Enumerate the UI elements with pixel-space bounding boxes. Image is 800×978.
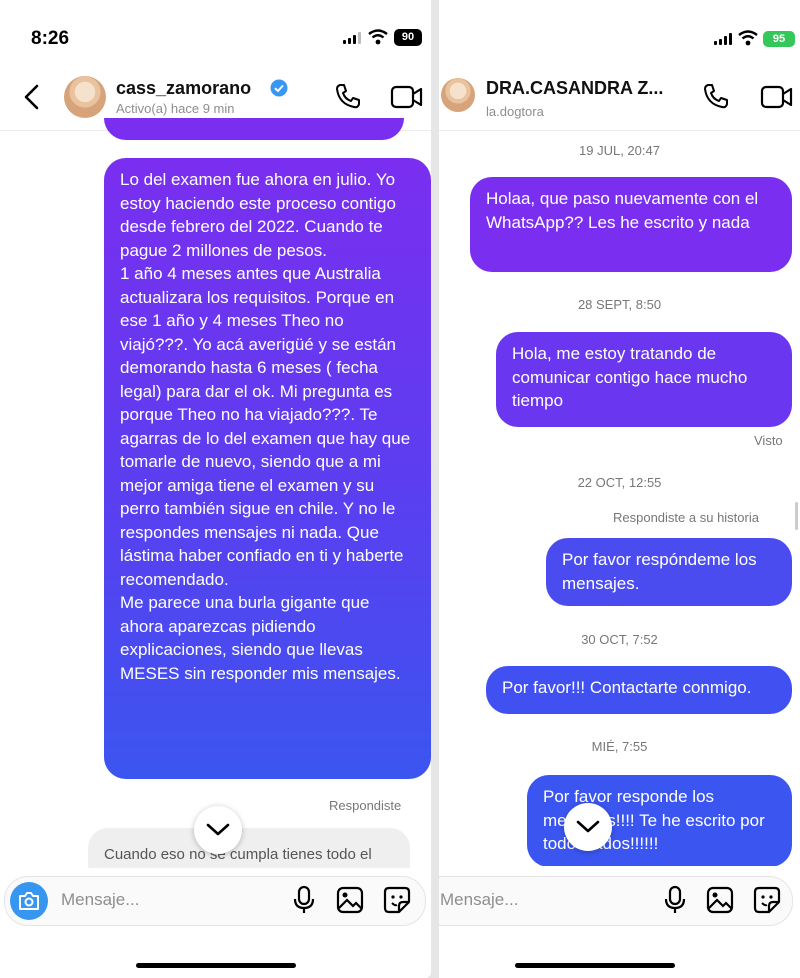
microphone-icon[interactable]	[293, 885, 315, 915]
camera-button[interactable]	[10, 882, 48, 920]
scroll-down-button[interactable]	[194, 806, 242, 854]
wifi-icon	[368, 29, 388, 45]
status-time: 8:26	[31, 28, 70, 49]
message-bubble-sent[interactable]: Holaa, que paso nuevamente con el WhatsA…	[470, 177, 792, 272]
phone-icon[interactable]	[702, 82, 730, 110]
phone-icon[interactable]	[334, 82, 362, 110]
story-reply-label: Respondiste a su historia	[613, 510, 759, 525]
signal-icon	[714, 33, 732, 45]
camera-icon	[19, 892, 39, 910]
battery-icon: 90	[394, 29, 422, 46]
video-call-icon[interactable]	[760, 84, 794, 110]
right-screen: 95 DRA.CASANDRA Z... la.dogtora 19 JUL, …	[439, 0, 800, 978]
message-bubble-previous[interactable]	[104, 118, 404, 140]
chevron-down-icon	[576, 820, 600, 833]
activity-status: Activo(a) hace 9 min	[116, 101, 235, 116]
profile-name[interactable]: cass_zamorano	[116, 78, 251, 99]
timestamp: 28 SEPT, 8:50	[577, 297, 662, 312]
timestamp: 30 OCT, 7:52	[581, 632, 658, 647]
left-screen: 8:26 90 cass_zamorano Activo(a) hace 9 m…	[0, 0, 431, 978]
timestamp: 22 OCT, 12:55	[577, 475, 662, 490]
message-bubble-sent[interactable]: Por favor!!! Contactarte conmigo.	[486, 666, 792, 714]
home-indicator	[515, 963, 675, 968]
message-bubble-sent[interactable]: Hola, me estoy tratando de comunicar con…	[496, 332, 792, 427]
message-bubble-sent[interactable]: Por favor respóndeme los mensajes.	[546, 538, 792, 606]
signal-icon	[343, 32, 361, 44]
seen-label: Visto	[754, 433, 783, 448]
timestamp: MIÉ, 7:55	[591, 739, 648, 754]
gallery-icon[interactable]	[336, 886, 364, 914]
timestamp: 19 JUL, 20:47	[579, 143, 660, 158]
message-placeholder: Mensaje...	[61, 890, 140, 909]
microphone-icon[interactable]	[664, 885, 686, 915]
sticker-icon[interactable]	[753, 886, 781, 914]
replied-label: Respondiste	[329, 798, 402, 813]
wifi-icon	[738, 30, 758, 46]
avatar[interactable]	[64, 76, 106, 118]
message-placeholder: Mensaje...	[440, 890, 519, 909]
message-bubble-sent[interactable]: Lo del examen fue ahora en julio. Yo est…	[104, 158, 431, 779]
avatar[interactable]	[441, 78, 475, 112]
video-call-icon[interactable]	[390, 84, 424, 110]
scroll-down-button[interactable]	[564, 803, 612, 851]
battery-icon: 95	[763, 31, 795, 47]
profile-username: la.dogtora	[486, 104, 544, 119]
back-icon[interactable]	[22, 84, 40, 110]
story-reply-bar	[795, 502, 798, 530]
chevron-down-icon	[206, 823, 230, 836]
home-indicator	[136, 963, 296, 968]
sticker-icon[interactable]	[383, 886, 411, 914]
gallery-icon[interactable]	[706, 886, 734, 914]
header-divider	[439, 130, 800, 131]
verified-badge-icon	[270, 79, 288, 97]
profile-name[interactable]: DRA.CASANDRA Z...	[486, 78, 663, 99]
